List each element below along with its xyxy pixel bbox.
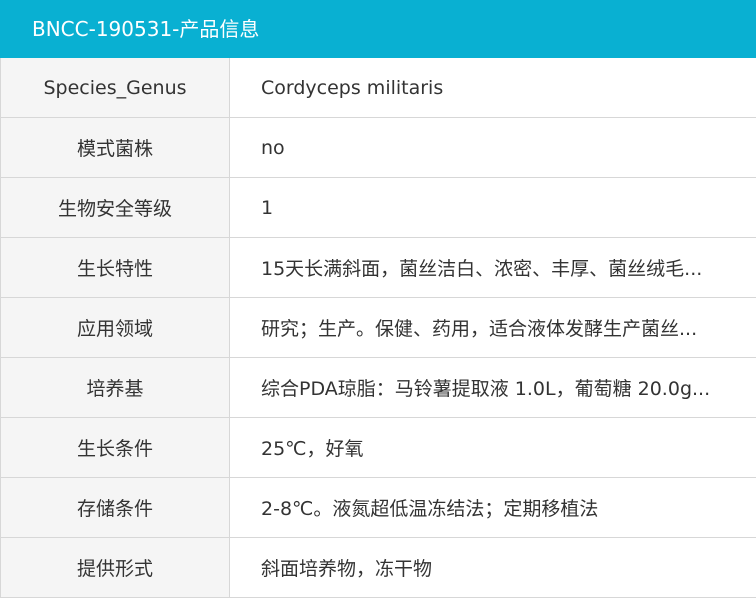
row-label-species-genus: Species_Genus: [0, 58, 230, 118]
row-label-type-strain: 模式菌株: [0, 117, 230, 178]
row-label-storage-conditions: 存储条件: [0, 477, 230, 538]
row-label-culture-medium: 培养基: [0, 357, 230, 418]
row-label-supply-form: 提供形式: [0, 537, 230, 598]
row-value-applications: 研究；生产。保健、药用，适合液体发酵生产菌丝...: [229, 297, 756, 358]
row-value-growth-characteristics: 15天长满斜面，菌丝洁白、浓密、丰厚、菌丝绒毛...: [229, 237, 756, 298]
table-row: Species_Genus Cordyceps militaris: [0, 58, 756, 118]
row-label-applications: 应用领域: [0, 297, 230, 358]
table-row: 提供形式 斜面培养物，冻干物: [0, 537, 756, 598]
row-value-species-genus: Cordyceps militaris: [229, 58, 756, 118]
product-info-title: BNCC-190531-产品信息: [32, 17, 260, 41]
row-value-supply-form: 斜面培养物，冻干物: [229, 537, 756, 598]
table-row: 生长条件 25℃，好氧: [0, 417, 756, 478]
table-row: 模式菌株 no: [0, 117, 756, 178]
row-label-biosafety-level: 生物安全等级: [0, 177, 230, 238]
table-row: 生长特性 15天长满斜面，菌丝洁白、浓密、丰厚、菌丝绒毛...: [0, 237, 756, 298]
table-row: 培养基 综合PDA琼脂：马铃薯提取液 1.0L，葡萄糖 20.0g...: [0, 357, 756, 418]
product-info-header: BNCC-190531-产品信息: [0, 0, 756, 58]
row-value-growth-conditions: 25℃，好氧: [229, 417, 756, 478]
row-label-growth-characteristics: 生长特性: [0, 237, 230, 298]
row-value-storage-conditions: 2-8℃。液氮超低温冻结法；定期移植法: [229, 477, 756, 538]
row-value-type-strain: no: [229, 117, 756, 178]
row-label-growth-conditions: 生长条件: [0, 417, 230, 478]
row-value-culture-medium: 综合PDA琼脂：马铃薯提取液 1.0L，葡萄糖 20.0g...: [229, 357, 756, 418]
table-row: 存储条件 2-8℃。液氮超低温冻结法；定期移植法: [0, 477, 756, 538]
table-row: 应用领域 研究；生产。保健、药用，适合液体发酵生产菌丝...: [0, 297, 756, 358]
product-info-table: Species_Genus Cordyceps militaris 模式菌株 n…: [0, 58, 756, 598]
row-value-biosafety-level: 1: [229, 177, 756, 238]
table-row: 生物安全等级 1: [0, 177, 756, 238]
